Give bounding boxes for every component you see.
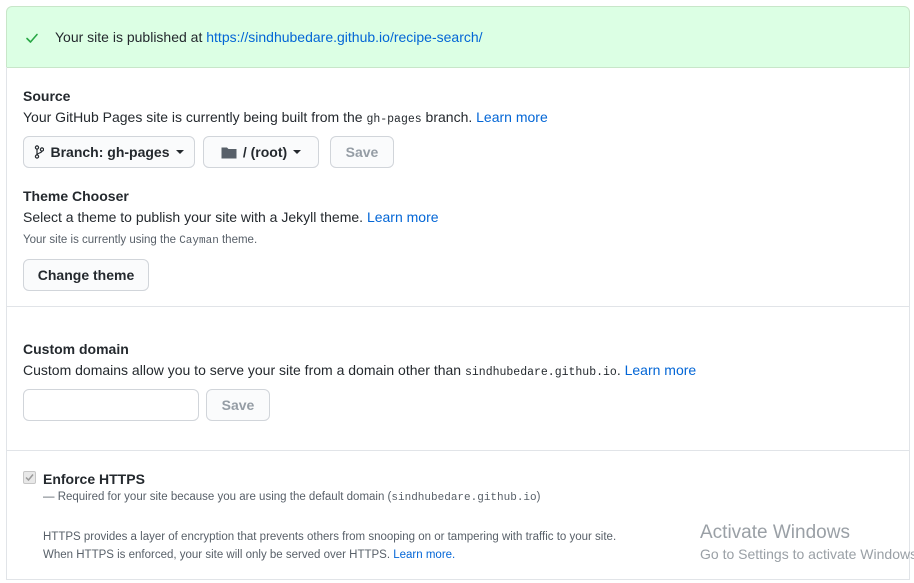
section-divider [6, 306, 910, 307]
custom-domain-description: Custom domains allow you to serve your s… [23, 362, 697, 379]
current-theme-note: Your site is currently using the Cayman … [23, 234, 258, 247]
source-save-button[interactable]: Save [330, 136, 394, 168]
folder-button-label: / (root) [242, 144, 288, 160]
custom-domain-input[interactable] [23, 389, 199, 421]
source-heading: Source [23, 88, 71, 104]
domain-code: sindhubedare.github.io [464, 366, 617, 379]
change-theme-button[interactable]: Change theme [23, 259, 149, 291]
published-text: Your site is published at [55, 29, 207, 45]
check-icon [26, 33, 38, 43]
published-banner: Your site is published at https://sindhu… [6, 6, 910, 68]
branch-select-button[interactable]: Branch: gh-pages [23, 136, 195, 168]
section-divider [6, 450, 910, 451]
https-learn-more-link[interactable]: Learn more. [393, 549, 455, 561]
theme-description: Select a theme to publish your site with… [23, 209, 439, 225]
git-branch-icon [35, 145, 45, 159]
theme-learn-more-link[interactable]: Learn more [367, 209, 439, 225]
checkmark-icon [25, 474, 34, 482]
https-info-line-2: When HTTPS is enforced, your site will o… [43, 549, 456, 561]
folder-select-button[interactable]: / (root) [203, 136, 319, 168]
source-description: Your GitHub Pages site is currently bein… [23, 109, 548, 126]
enforce-https-label: Enforce HTTPS [43, 471, 145, 487]
default-domain-code: sindhubedare.github.io [391, 492, 537, 504]
chevron-down-icon [293, 150, 302, 154]
theme-name: Cayman [179, 235, 219, 247]
custom-domain-learn-more-link[interactable]: Learn more [625, 362, 697, 378]
https-info-line-1: HTTPS provides a layer of encryption tha… [43, 531, 617, 543]
chevron-down-icon [175, 150, 184, 154]
activate-windows-subtitle: Go to Settings to activate Windows. [700, 546, 914, 562]
branch-button-label: Branch: gh-pages [50, 144, 170, 160]
folder-icon [221, 147, 237, 158]
published-url-link[interactable]: https://sindhubedare.github.io/recipe-se… [206, 29, 482, 45]
published-message: Your site is published at https://sindhu… [55, 29, 483, 45]
custom-domain-save-button[interactable]: Save [206, 389, 270, 421]
custom-domain-heading: Custom domain [23, 341, 129, 357]
branch-code: gh-pages [366, 113, 422, 126]
theme-heading: Theme Chooser [23, 188, 129, 204]
https-required-note: — Required for your site because you are… [43, 491, 541, 504]
activate-windows-title: Activate Windows [700, 522, 850, 543]
enforce-https-checkbox[interactable] [23, 471, 36, 484]
source-learn-more-link[interactable]: Learn more [476, 109, 548, 125]
